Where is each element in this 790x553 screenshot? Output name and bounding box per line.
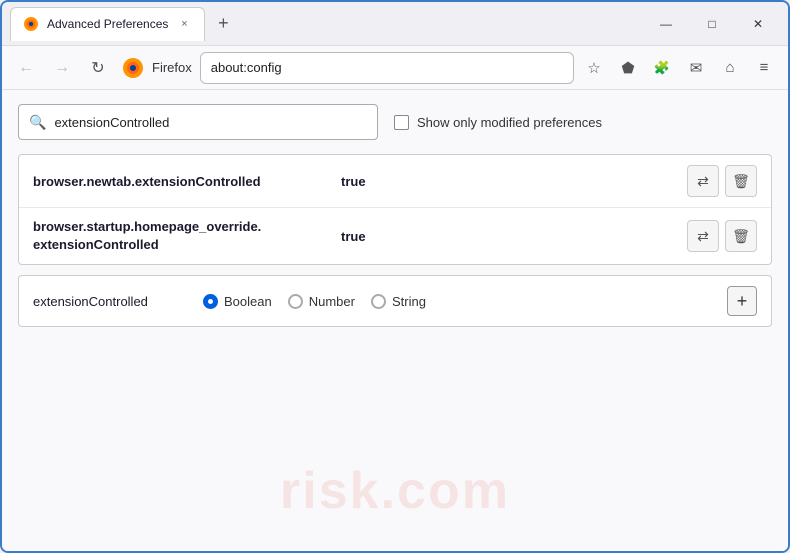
row-actions-2: ⇄ 🗑 <box>687 220 757 252</box>
account-button[interactable]: ⌂ <box>714 52 746 84</box>
nav-icons: ☆ ⬟ 🧩 ✉ ⌂ ≡ <box>578 52 780 84</box>
tab-title: Advanced Preferences <box>47 17 168 31</box>
add-icon: + <box>737 291 748 312</box>
swap-button-1[interactable]: ⇄ <box>687 165 719 197</box>
browser-window: Advanced Preferences × + — □ ✕ ← → ↻ Fir… <box>0 0 790 553</box>
close-button[interactable]: ✕ <box>736 8 780 40</box>
delete-icon-2: 🗑 <box>732 228 750 245</box>
menu-button[interactable]: ≡ <box>748 52 780 84</box>
radio-number[interactable]: Number <box>288 294 355 309</box>
watermark: risk.com <box>280 461 510 521</box>
window-controls: — □ ✕ <box>644 8 780 40</box>
page-content: risk.com 🔍 extensionControlled Show only… <box>2 90 788 551</box>
search-icon: 🔍 <box>29 114 46 131</box>
back-icon: ← <box>18 59 34 77</box>
address-text: about:config <box>211 60 282 75</box>
maximize-button[interactable]: □ <box>690 8 734 40</box>
show-modified-label[interactable]: Show only modified preferences <box>394 115 602 130</box>
reload-button[interactable]: ↻ <box>82 52 114 84</box>
add-preference-button[interactable]: + <box>727 286 757 316</box>
tab-close-button[interactable]: × <box>176 16 192 32</box>
delete-button-1[interactable]: 🗑 <box>725 165 757 197</box>
search-row: 🔍 extensionControlled Show only modified… <box>18 104 772 140</box>
tab-favicon <box>23 16 39 32</box>
bookmark-button[interactable]: ☆ <box>578 52 610 84</box>
bookmark-icon: ☆ <box>587 59 600 77</box>
new-tab-button[interactable]: + <box>209 10 237 38</box>
pref-value-2: true <box>341 229 366 244</box>
minimize-button[interactable]: — <box>644 8 688 40</box>
radio-number-label: Number <box>309 294 355 309</box>
type-radio-group: Boolean Number String <box>203 294 426 309</box>
show-modified-checkbox[interactable] <box>394 115 409 130</box>
row-actions-1: ⇄ 🗑 <box>687 165 757 197</box>
radio-circle-string[interactable] <box>371 294 386 309</box>
reload-icon: ↻ <box>91 58 104 78</box>
forward-button[interactable]: → <box>46 52 78 84</box>
add-preference-row: extensionControlled Boolean Number Strin… <box>18 275 772 327</box>
new-pref-name: extensionControlled <box>33 294 183 309</box>
pocket-button[interactable]: ⬟ <box>612 52 644 84</box>
address-bar[interactable]: about:config <box>200 52 574 84</box>
account-icon: ⌂ <box>725 59 734 76</box>
pocket-icon: ⬟ <box>621 59 634 77</box>
extension-icon: 🧩 <box>654 60 670 76</box>
pref-name-2: browser.startup.homepage_override.extens… <box>33 218 333 254</box>
radio-circle-number[interactable] <box>288 294 303 309</box>
swap-button-2[interactable]: ⇄ <box>687 220 719 252</box>
search-input[interactable]: extensionControlled <box>54 115 367 130</box>
radio-string[interactable]: String <box>371 294 426 309</box>
table-row: browser.newtab.extensionControlled true … <box>19 155 771 208</box>
radio-boolean-label: Boolean <box>224 294 272 309</box>
show-modified-text: Show only modified preferences <box>417 115 602 130</box>
delete-icon-1: 🗑 <box>732 173 750 190</box>
table-row: browser.startup.homepage_override.extens… <box>19 208 771 264</box>
swap-icon-2: ⇄ <box>697 228 709 245</box>
mail-button[interactable]: ✉ <box>680 52 712 84</box>
browser-name-label: Firefox <box>152 60 192 75</box>
results-table: browser.newtab.extensionControlled true … <box>18 154 772 265</box>
forward-icon: → <box>54 59 70 77</box>
back-button[interactable]: ← <box>10 52 42 84</box>
swap-icon-1: ⇄ <box>697 173 709 190</box>
firefox-logo <box>122 57 144 79</box>
radio-circle-boolean[interactable] <box>203 294 218 309</box>
search-box[interactable]: 🔍 extensionControlled <box>18 104 378 140</box>
delete-button-2[interactable]: 🗑 <box>725 220 757 252</box>
extension-button[interactable]: 🧩 <box>646 52 678 84</box>
pref-value-1: true <box>341 174 366 189</box>
pref-name-1: browser.newtab.extensionControlled <box>33 174 333 189</box>
title-bar: Advanced Preferences × + — □ ✕ <box>2 2 788 46</box>
radio-boolean[interactable]: Boolean <box>203 294 272 309</box>
radio-string-label: String <box>392 294 426 309</box>
navigation-bar: ← → ↻ Firefox about:config ☆ ⬟ 🧩 <box>2 46 788 90</box>
mail-icon: ✉ <box>690 59 703 77</box>
menu-icon: ≡ <box>760 59 769 76</box>
active-tab[interactable]: Advanced Preferences × <box>10 7 205 41</box>
